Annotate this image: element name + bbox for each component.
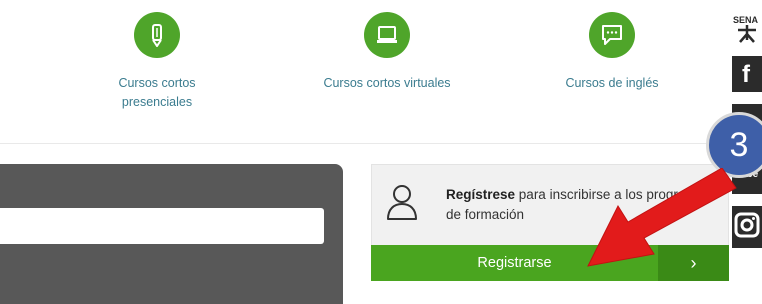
- pencil-icon: [152, 24, 162, 47]
- red-arrow-icon: [587, 168, 737, 267]
- sena-logo-icon: SENA: [733, 15, 759, 43]
- facebook-icon: f: [742, 61, 750, 88]
- course-cortos-virtuales[interactable]: Cursos cortos virtuales: [302, 0, 472, 93]
- divider: [0, 143, 714, 144]
- course-ingles[interactable]: Cursos de inglés: [527, 0, 697, 93]
- laptop-icon: [377, 26, 397, 43]
- user-icon: [387, 185, 417, 220]
- course-circle: [364, 12, 410, 58]
- course-label[interactable]: Cursos cortos virtuales: [302, 74, 472, 93]
- chat-icon: [602, 25, 622, 45]
- course-circle: [134, 12, 180, 58]
- course-circle: [589, 12, 635, 58]
- facebook-link[interactable]: f: [732, 56, 762, 92]
- search-input[interactable]: [0, 208, 324, 244]
- course-label[interactable]: Cursos cortos presenciales: [72, 74, 242, 112]
- course-cortos-presenciales[interactable]: Cursos cortos presenciales: [72, 0, 242, 112]
- svg-text:SENA: SENA: [733, 15, 759, 25]
- sena-logo[interactable]: SENA: [732, 10, 762, 46]
- search-panel: [0, 164, 343, 304]
- course-label[interactable]: Cursos de inglés: [527, 74, 697, 93]
